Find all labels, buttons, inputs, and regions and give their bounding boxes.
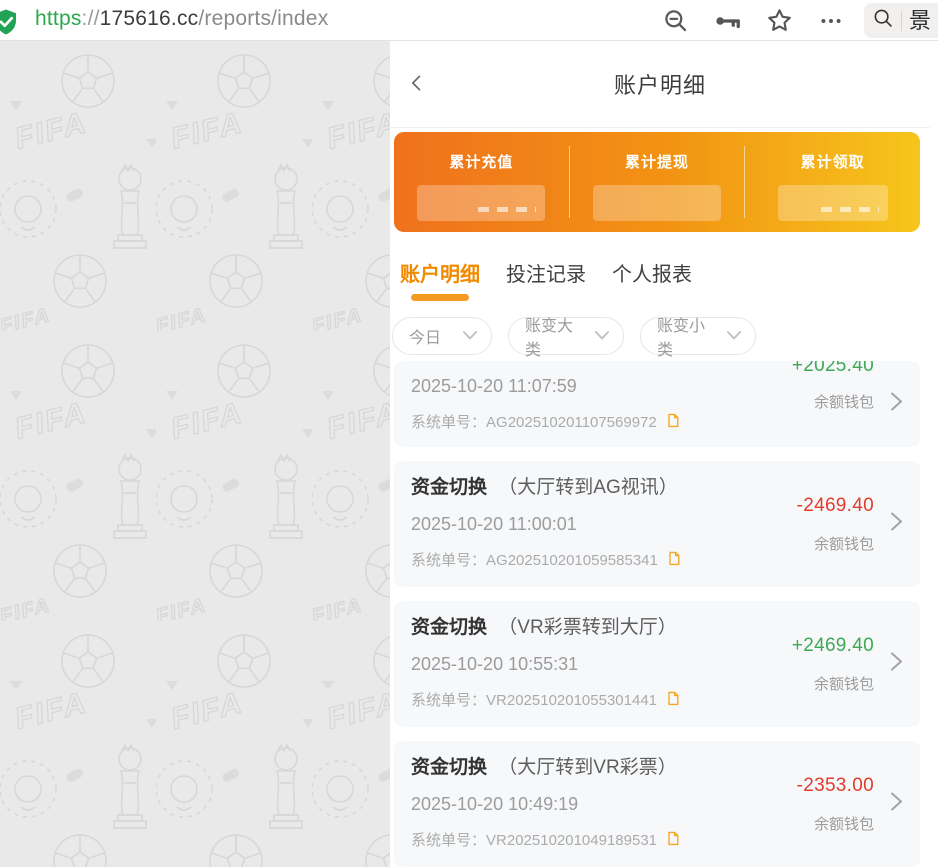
txn-order-label: 系统单号： [411,414,486,432]
tab-bet-records[interactable]: 投注记录 [506,258,586,303]
chevron-down-icon [463,327,477,345]
transaction-row[interactable]: 资金切换 （VR彩票转到大厅） 2025-10-20 10:55:31 系统单号… [394,601,920,727]
widget-label: 景 [909,10,931,32]
transaction-row[interactable]: 资金切换 （大厅转到AG视讯） 2025-10-20 11:00:01 系统单号… [394,461,920,587]
zoom-out-icon[interactable] [660,6,690,36]
txn-title: 资金切换 [411,757,487,778]
copy-icon[interactable] [665,689,681,712]
search-widget[interactable]: 景 [864,3,938,38]
redacted-value [417,185,545,221]
txn-subtitle: （大厅转到VR彩票） [498,757,676,778]
txn-order-number: AG202510201107569972 [486,414,657,432]
txn-wallet: 余额钱包 [814,391,874,412]
copy-icon[interactable] [665,411,681,434]
tab-personal-report[interactable]: 个人报表 [612,258,692,303]
url-host: 175616.cc [100,7,199,30]
summary-withdraw: 累计提现 [570,132,745,232]
txn-title: 资金切换 [411,617,487,638]
txn-amount: -2469.40 [797,495,874,517]
txn-date: 2025-10-20 10:55:31 [411,653,764,675]
browser-address-bar: https://175616.cc/reports/index 景 [0,0,938,41]
screen: https://175616.cc/reports/index 景 [0,0,938,867]
txn-subtitle: （大厅转到AG视讯） [498,477,677,498]
txn-subtitle: （VR彩票转到大厅） [498,617,676,638]
txn-order-label: 系统单号： [411,692,486,710]
chevron-down-icon [727,327,741,345]
chevron-right-icon [889,390,904,419]
txn-order-number: VR202510201049189531 [486,832,657,850]
txn-amount: -2353.00 [797,775,874,797]
filter-bar: 今日 账变大类 账变小类 [390,303,930,355]
report-panel: 账户明细 累计充值 累计提现 累计领取 账户明细 [390,41,938,867]
txn-order-number: VR202510201055301441 [486,692,657,710]
txn-order-number: AG202510201059585341 [486,552,658,570]
summary-withdraw-label: 累计提现 [625,151,689,172]
txn-amount: +2469.40 [792,635,874,657]
txn-title: 资金切换 [411,477,487,498]
tab-account-detail[interactable]: 账户明细 [400,258,480,303]
summary-claim-label: 累计领取 [801,151,865,172]
key-icon[interactable] [712,6,742,36]
redacted-value [778,185,888,221]
transaction-list: 2025-10-20 11:07:59 系统单号： AG202510201107… [390,361,930,867]
txn-order-label: 系统单号： [411,832,486,850]
fifa-watermark-background: FIFA FIFA [0,41,390,867]
chevron-right-icon [889,650,904,679]
page-header: 账户明细 [390,41,930,128]
filter-major-type-dropdown[interactable]: 账变大类 [508,317,624,355]
search-icon [872,7,894,34]
txn-order-label: 系统单号： [411,552,486,570]
page-title: 账户明细 [614,68,706,100]
transaction-row[interactable]: 2025-10-20 11:07:59 系统单号： AG202510201107… [394,361,920,447]
summary-recharge-label: 累计充值 [449,151,513,172]
txn-wallet: 余额钱包 [814,673,874,694]
summary-card: 累计充值 累计提现 累计领取 [394,132,920,232]
txn-date: 2025-10-20 11:07:59 [411,375,764,397]
chevron-right-icon [889,510,904,539]
txn-wallet: 余额钱包 [814,813,874,834]
txn-wallet: 余额钱包 [814,533,874,554]
star-icon[interactable] [764,6,794,36]
redacted-value [593,185,721,221]
filter-date-label: 今日 [409,324,441,348]
secure-shield-icon [0,7,21,42]
url-text[interactable]: https://175616.cc/reports/index [35,7,328,31]
chevron-down-icon [595,327,609,345]
filter-minor-type-label: 账变小类 [657,312,717,360]
filter-major-type-label: 账变大类 [525,312,585,360]
txn-date: 2025-10-20 11:00:01 [411,513,764,535]
browser-toolbar [660,0,846,41]
txn-date: 2025-10-20 10:49:19 [411,793,764,815]
chevron-right-icon [889,790,904,819]
url-path: /reports/index [198,7,328,30]
report-tabs: 账户明细 投注记录 个人报表 [390,232,930,303]
transaction-row[interactable]: 资金切换 （大厅转到VR彩票） 2025-10-20 10:49:19 系统单号… [394,741,920,867]
summary-claim: 累计领取 [745,132,920,232]
copy-icon[interactable] [665,829,681,852]
url-scheme: https [35,7,82,30]
summary-recharge: 累计充值 [394,132,569,232]
txn-amount: +2025.40 [792,361,874,377]
filter-minor-type-dropdown[interactable]: 账变小类 [640,317,756,355]
more-icon[interactable] [816,6,846,36]
url-separator: :// [82,7,100,30]
widget-divider [901,11,902,31]
copy-icon[interactable] [666,549,682,572]
back-button[interactable] [404,70,430,96]
filter-date-dropdown[interactable]: 今日 [392,317,492,355]
